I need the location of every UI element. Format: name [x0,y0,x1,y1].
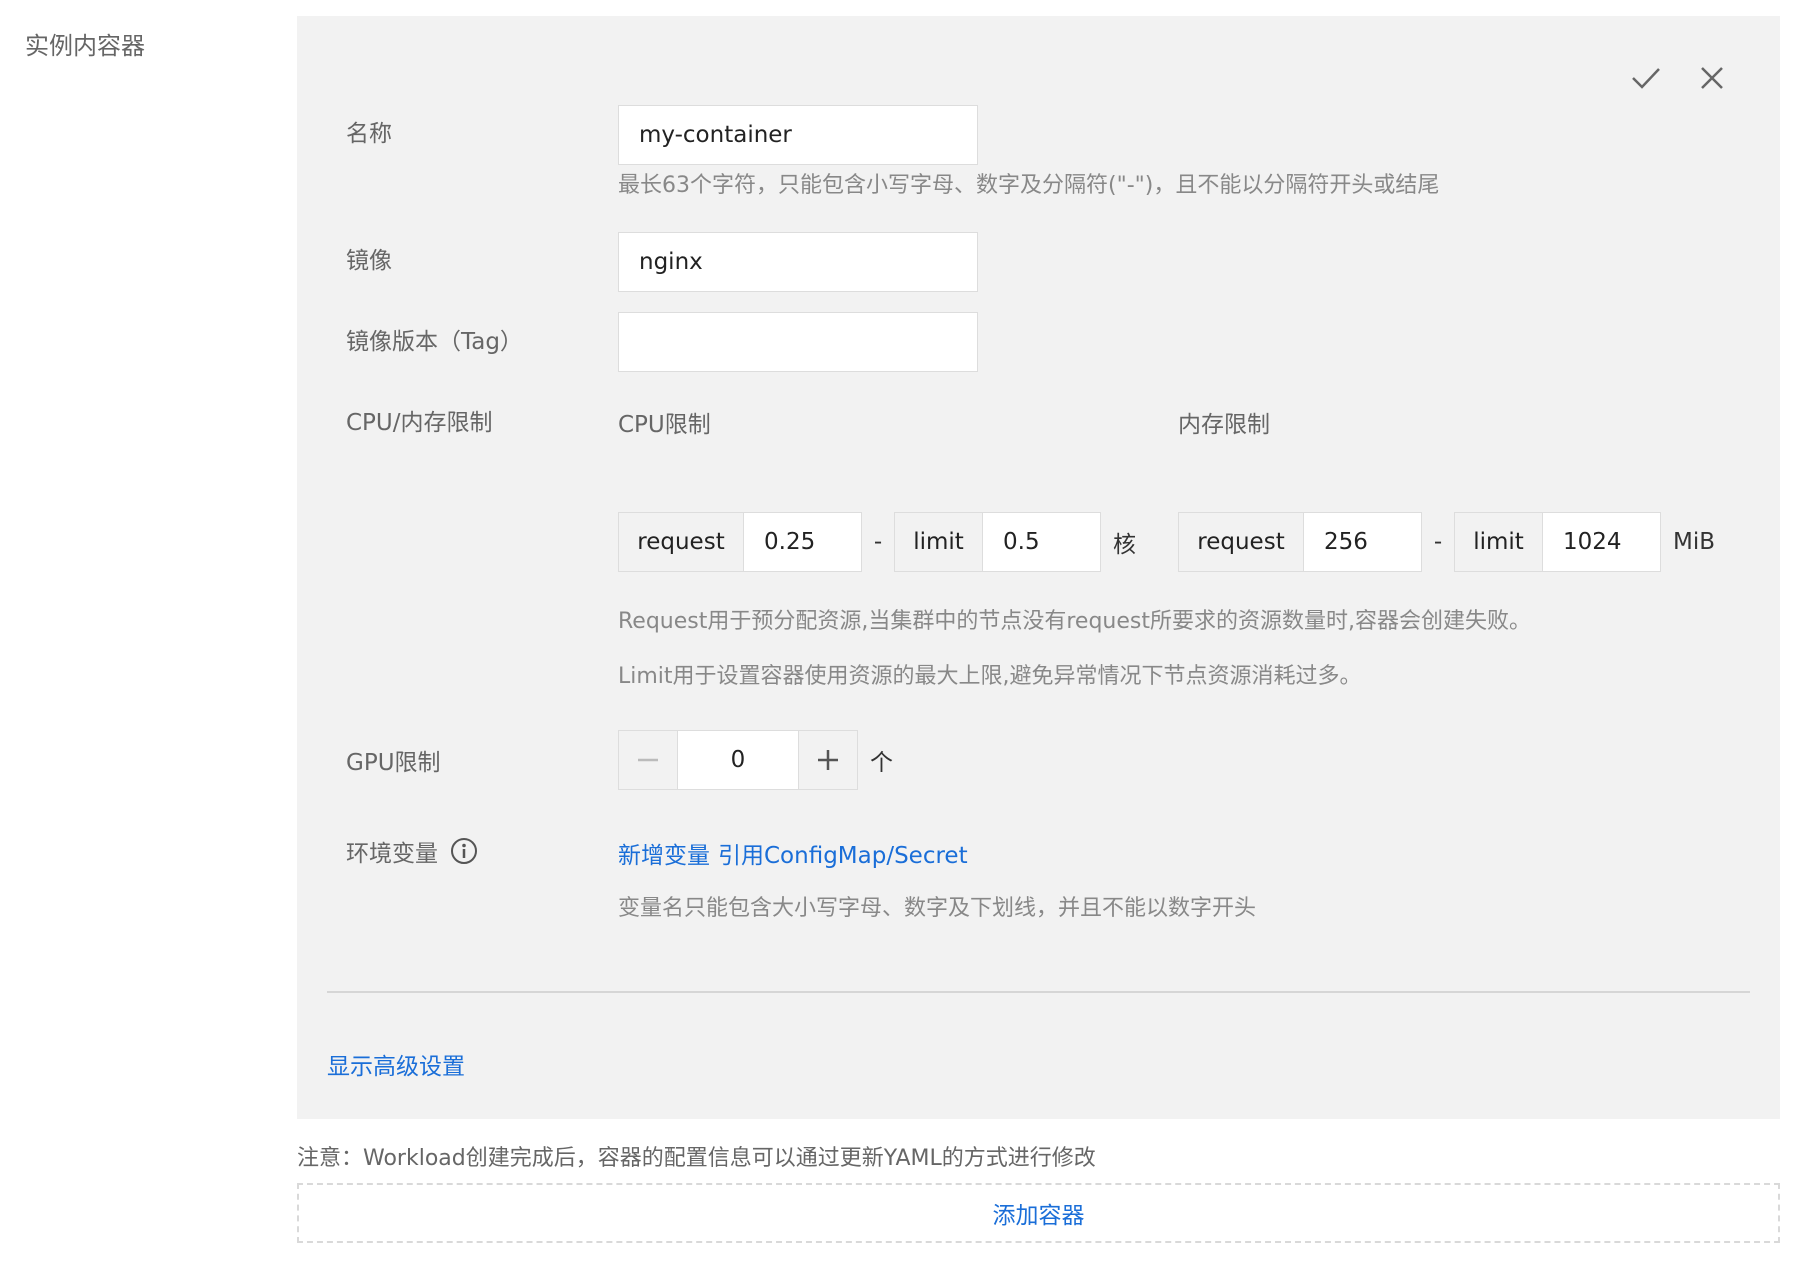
info-icon[interactable] [450,837,478,865]
memory-limit-input[interactable]: 1024 [1543,512,1661,572]
cpu-request-input[interactable]: 0.25 [744,512,862,572]
add-variable-link[interactable]: 新增变量 [618,836,710,870]
show-advanced-settings-link[interactable]: 显示高级设置 [327,1047,465,1081]
tag-input[interactable] [618,312,978,372]
env-label: 环境变量 [346,841,438,867]
env-hint: 变量名只能包含大小写字母、数字及下划线，并且不能以数字开头 [618,896,1257,921]
env-links: 新增变量 引用ConfigMap/Secret [618,836,968,870]
container-edit-panel: 名称 my-container 最长63个字符，只能包含小写字母、数字及分隔符(… [297,16,1780,1119]
increment-button[interactable] [798,730,858,790]
memory-unit: MiB [1673,529,1716,555]
resources-label: CPU/内存限制 [346,410,493,436]
workload-note: 注意：Workload创建完成后，容器的配置信息可以通过更新YAML的方式进行修… [297,1146,1096,1171]
env-label-row: 环境变量 [346,834,478,868]
memory-request-addon: request [1178,512,1304,572]
cpu-limit-addon: limit [894,512,983,572]
cpu-range-separator: - [873,529,883,555]
name-input[interactable]: my-container [618,105,978,165]
memory-limit-label: 内存限制 [1178,412,1270,438]
minus-icon [638,758,658,762]
add-container-button[interactable]: 添加容器 [297,1183,1780,1243]
cpu-limit-label: CPU限制 [618,412,711,438]
close-icon[interactable] [1696,62,1728,94]
cpu-limit-group: request 0.25 - limit 0.5 核 [618,512,1136,572]
name-label: 名称 [346,121,392,147]
cpu-limit-input[interactable]: 0.5 [983,512,1101,572]
gpu-count-input[interactable]: 0 [678,730,798,790]
check-icon[interactable] [1630,62,1662,94]
section-label: 实例内容器 [25,32,145,60]
plus-icon [818,750,838,770]
resources-request-hint: Request用于预分配资源,当集群中的节点没有request所要求的资源数量时… [618,609,1531,634]
add-container-label: 添加容器 [992,1203,1085,1229]
gpu-stepper: 0 个 [618,730,893,790]
divider [327,991,1750,993]
image-label: 镜像 [346,248,392,274]
gpu-label: GPU限制 [346,750,441,776]
memory-limit-addon: limit [1454,512,1543,572]
image-input[interactable]: nginx [618,232,978,292]
cpu-unit: 核 [1113,532,1136,558]
tag-label: 镜像版本（Tag） [346,329,523,355]
name-hint: 最长63个字符，只能包含小写字母、数字及分隔符("-")，且不能以分隔符开头或结… [618,173,1440,198]
memory-range-separator: - [1433,529,1443,555]
memory-limit-group: request 256 - limit 1024 MiB [1178,512,1715,572]
reference-configmap-secret-link[interactable]: 引用ConfigMap/Secret [718,836,968,870]
memory-request-input[interactable]: 256 [1304,512,1422,572]
decrement-button[interactable] [618,730,678,790]
panel-actions [1630,62,1728,94]
gpu-unit: 个 [870,750,893,776]
resources-limit-hint: Limit用于设置容器使用资源的最大上限,避免异常情况下节点资源消耗过多。 [618,664,1362,689]
cpu-request-addon: request [618,512,744,572]
